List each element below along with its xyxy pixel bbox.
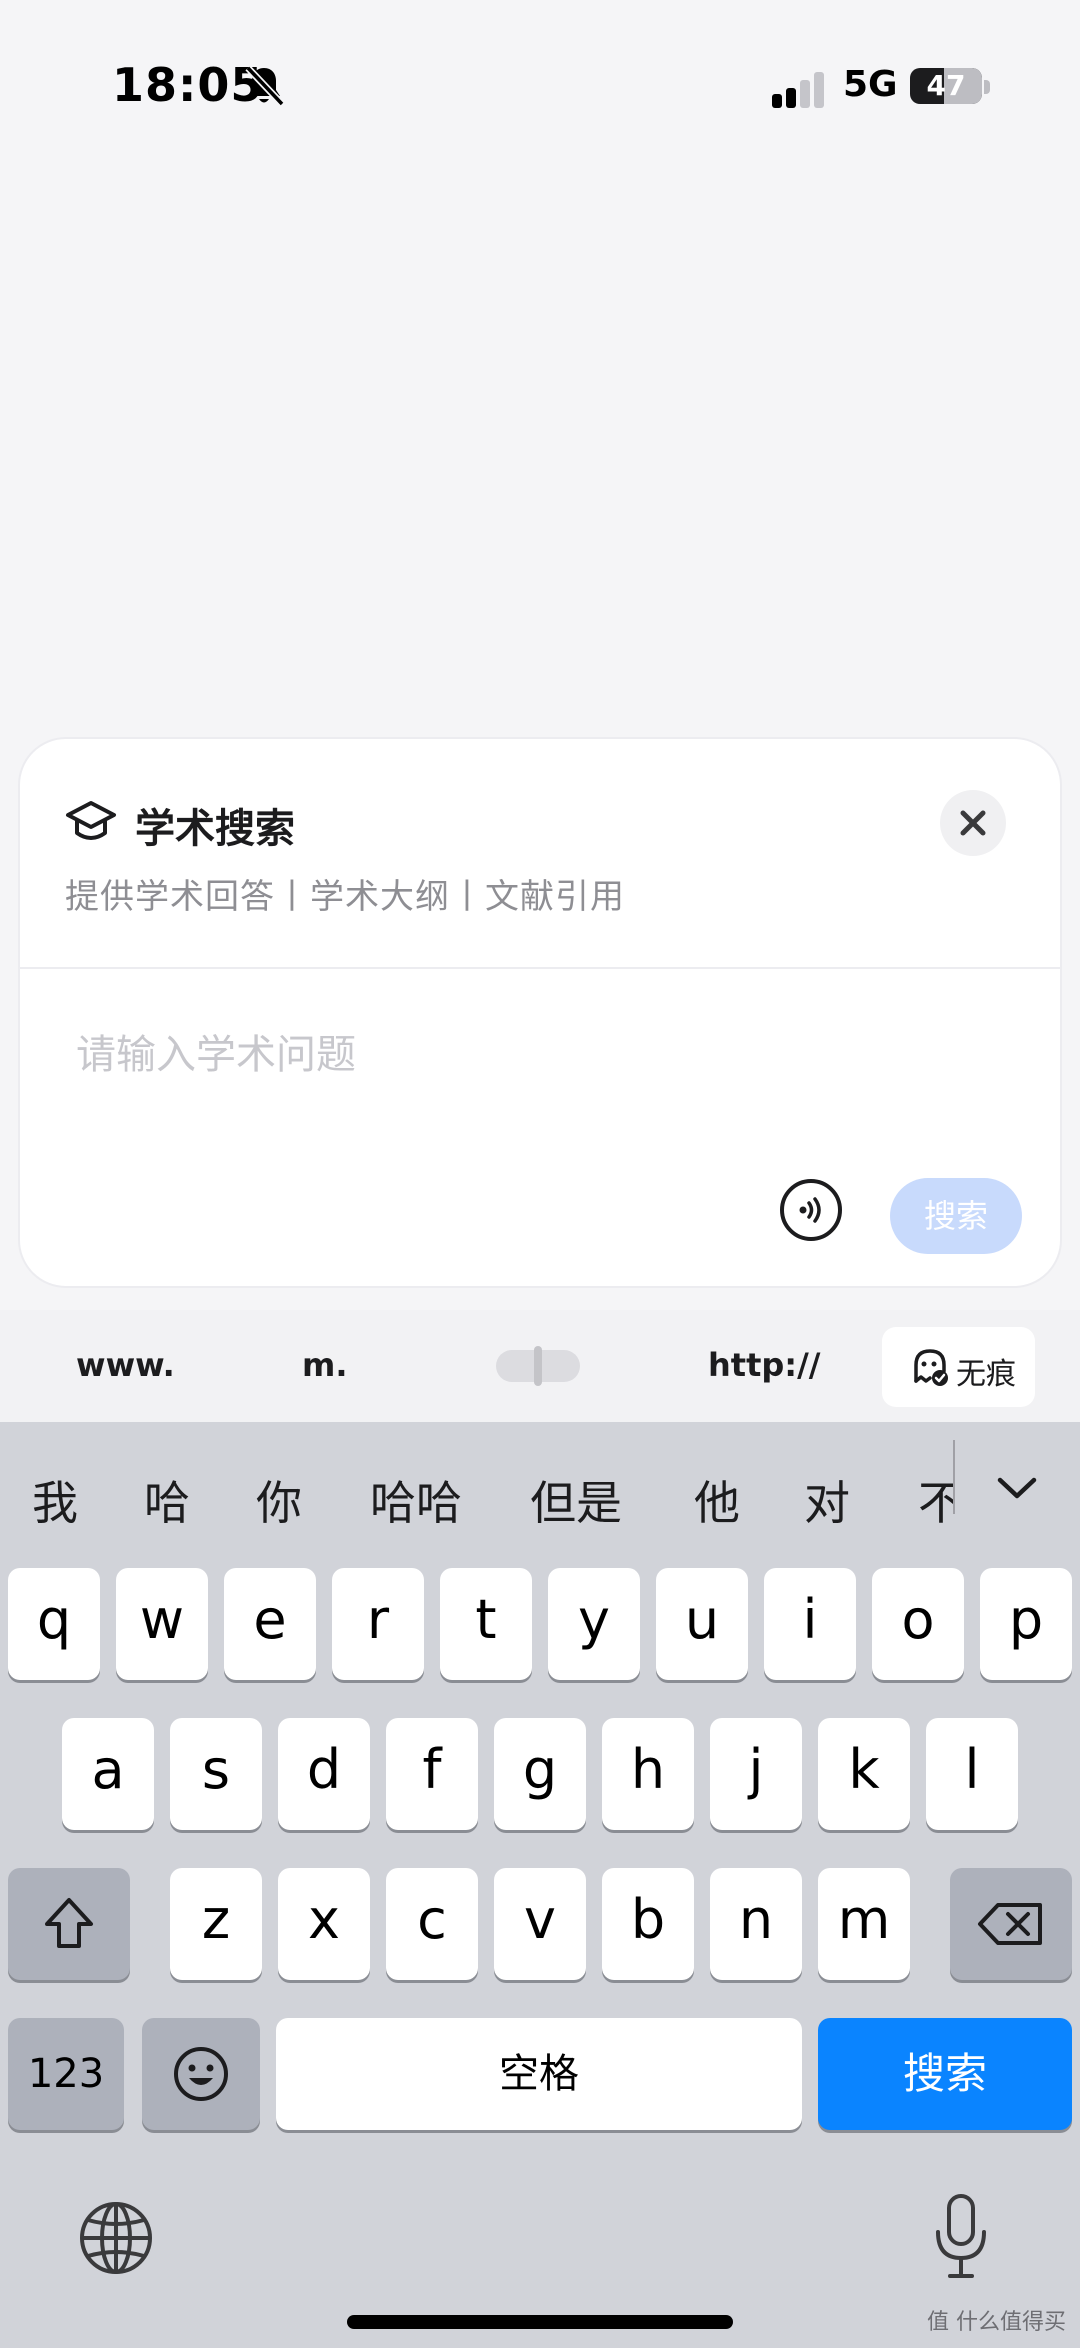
key-e[interactable]: e	[224, 1568, 316, 1680]
key-h[interactable]: h	[602, 1718, 694, 1830]
graduation-cap-icon	[66, 801, 116, 840]
key-s[interactable]: s	[170, 1718, 262, 1830]
chevron-down-icon[interactable]	[992, 1464, 1042, 1514]
delete-key[interactable]	[950, 1868, 1072, 1980]
voice-input-button[interactable]	[780, 1179, 842, 1241]
academic-search-card: 学术搜索 提供学术回答丨学术大纲丨文献引用 搜索	[18, 737, 1062, 1288]
candidate-word[interactable]: 不	[918, 1467, 953, 1533]
key-p[interactable]: p	[980, 1568, 1072, 1680]
key-k[interactable]: k	[818, 1718, 910, 1830]
candidate-word[interactable]: 哈哈	[370, 1467, 462, 1533]
quick-key-www[interactable]: www.	[76, 1346, 175, 1384]
key-n[interactable]: n	[710, 1868, 802, 1980]
key-a[interactable]: a	[62, 1718, 154, 1830]
battery-indicator: 47	[910, 68, 982, 104]
card-title: 学术搜索	[135, 806, 295, 852]
key-y[interactable]: y	[548, 1568, 640, 1680]
candidate-word[interactable]: 你	[256, 1467, 302, 1533]
cellular-signal-icon	[772, 72, 824, 108]
incognito-ghost-icon	[914, 1349, 948, 1386]
emoji-key[interactable]	[142, 2018, 260, 2130]
key-w[interactable]: w	[116, 1568, 208, 1680]
key-l[interactable]: l	[926, 1718, 1018, 1830]
watermark: 值 什么值得买	[927, 2310, 1066, 2335]
key-b[interactable]: b	[602, 1868, 694, 1980]
key-j[interactable]: j	[710, 1718, 802, 1830]
numbers-key[interactable]: 123	[8, 2018, 124, 2130]
network-type: 5G	[843, 64, 898, 105]
academic-query-input[interactable]	[76, 1015, 956, 1095]
microphone-icon[interactable]	[930, 2192, 992, 2282]
candidate-divider	[953, 1440, 955, 1514]
candidate-word[interactable]: 我	[32, 1467, 78, 1533]
space-key[interactable]: 空格	[276, 2018, 802, 2130]
search-submit-button[interactable]: 搜索	[890, 1178, 1022, 1254]
key-f[interactable]: f	[386, 1718, 478, 1830]
incognito-button[interactable]: 无痕	[882, 1327, 1035, 1407]
close-icon	[960, 810, 986, 836]
candidate-word[interactable]: 哈	[144, 1467, 190, 1533]
key-r[interactable]: r	[332, 1568, 424, 1680]
key-u[interactable]: u	[656, 1568, 748, 1680]
key-m[interactable]: m	[818, 1868, 910, 1980]
home-indicator	[347, 2315, 733, 2329]
shift-icon	[45, 1898, 93, 1948]
card-subtitle: 提供学术回答丨学术大纲丨文献引用	[65, 877, 625, 917]
backspace-icon	[978, 1903, 1042, 1945]
bell-slash-icon	[245, 65, 284, 107]
key-g[interactable]: g	[494, 1718, 586, 1830]
key-t[interactable]: t	[440, 1568, 532, 1680]
key-x[interactable]: x	[278, 1868, 370, 1980]
cursor-drag-handle[interactable]	[496, 1346, 580, 1386]
status-bar: 18:05 5G 47	[0, 0, 1080, 180]
quick-key-http[interactable]: http://	[708, 1346, 820, 1384]
key-c[interactable]: c	[386, 1868, 478, 1980]
quick-input-strip: www. m. http:// 无痕	[0, 1310, 1080, 1422]
voice-wave-icon	[799, 1197, 821, 1223]
candidate-word[interactable]: 对	[804, 1467, 850, 1533]
key-i[interactable]: i	[764, 1568, 856, 1680]
key-v[interactable]: v	[494, 1868, 586, 1980]
battery-cap	[984, 80, 990, 94]
quick-key-m[interactable]: m.	[302, 1346, 348, 1384]
status-time: 18:05	[112, 58, 264, 112]
key-o[interactable]: o	[872, 1568, 964, 1680]
shift-key[interactable]	[8, 1868, 130, 1980]
battery-level: 47	[926, 69, 966, 102]
key-d[interactable]: d	[278, 1718, 370, 1830]
keyboard: 我 哈 你 哈哈 但是 他 对 不 q w e r t y u i o p a …	[0, 1422, 1080, 2348]
key-z[interactable]: z	[170, 1868, 262, 1980]
key-q[interactable]: q	[8, 1568, 100, 1680]
globe-icon[interactable]	[76, 2198, 156, 2278]
candidate-word[interactable]: 但是	[530, 1467, 622, 1533]
candidate-word[interactable]: 他	[694, 1467, 740, 1533]
incognito-label: 无痕	[956, 1357, 1016, 1392]
close-button[interactable]	[940, 790, 1006, 856]
search-return-key[interactable]: 搜索	[818, 2018, 1072, 2130]
emoji-icon	[174, 2047, 228, 2101]
card-divider	[20, 967, 1060, 969]
